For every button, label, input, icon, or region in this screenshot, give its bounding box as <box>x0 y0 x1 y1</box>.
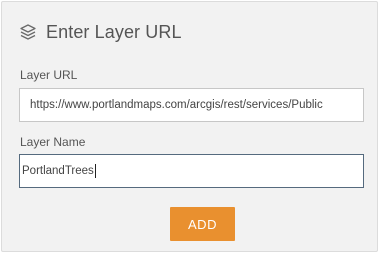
add-button[interactable]: ADD <box>170 207 235 241</box>
enter-layer-url-panel: Enter Layer URL Layer URL https://www.po… <box>1 1 378 252</box>
layer-name-input[interactable]: PortlandTrees <box>19 154 364 188</box>
layer-name-value: PortlandTrees <box>22 165 94 177</box>
layer-name-label: Layer Name <box>20 135 86 149</box>
text-caret <box>94 163 96 178</box>
panel-header: Enter Layer URL <box>19 21 182 43</box>
panel-title: Enter Layer URL <box>46 21 182 42</box>
layer-url-input[interactable]: https://www.portlandmaps.com/arcgis/rest… <box>19 88 364 122</box>
layer-url-label: Layer URL <box>20 68 78 82</box>
layers-icon <box>19 23 37 41</box>
